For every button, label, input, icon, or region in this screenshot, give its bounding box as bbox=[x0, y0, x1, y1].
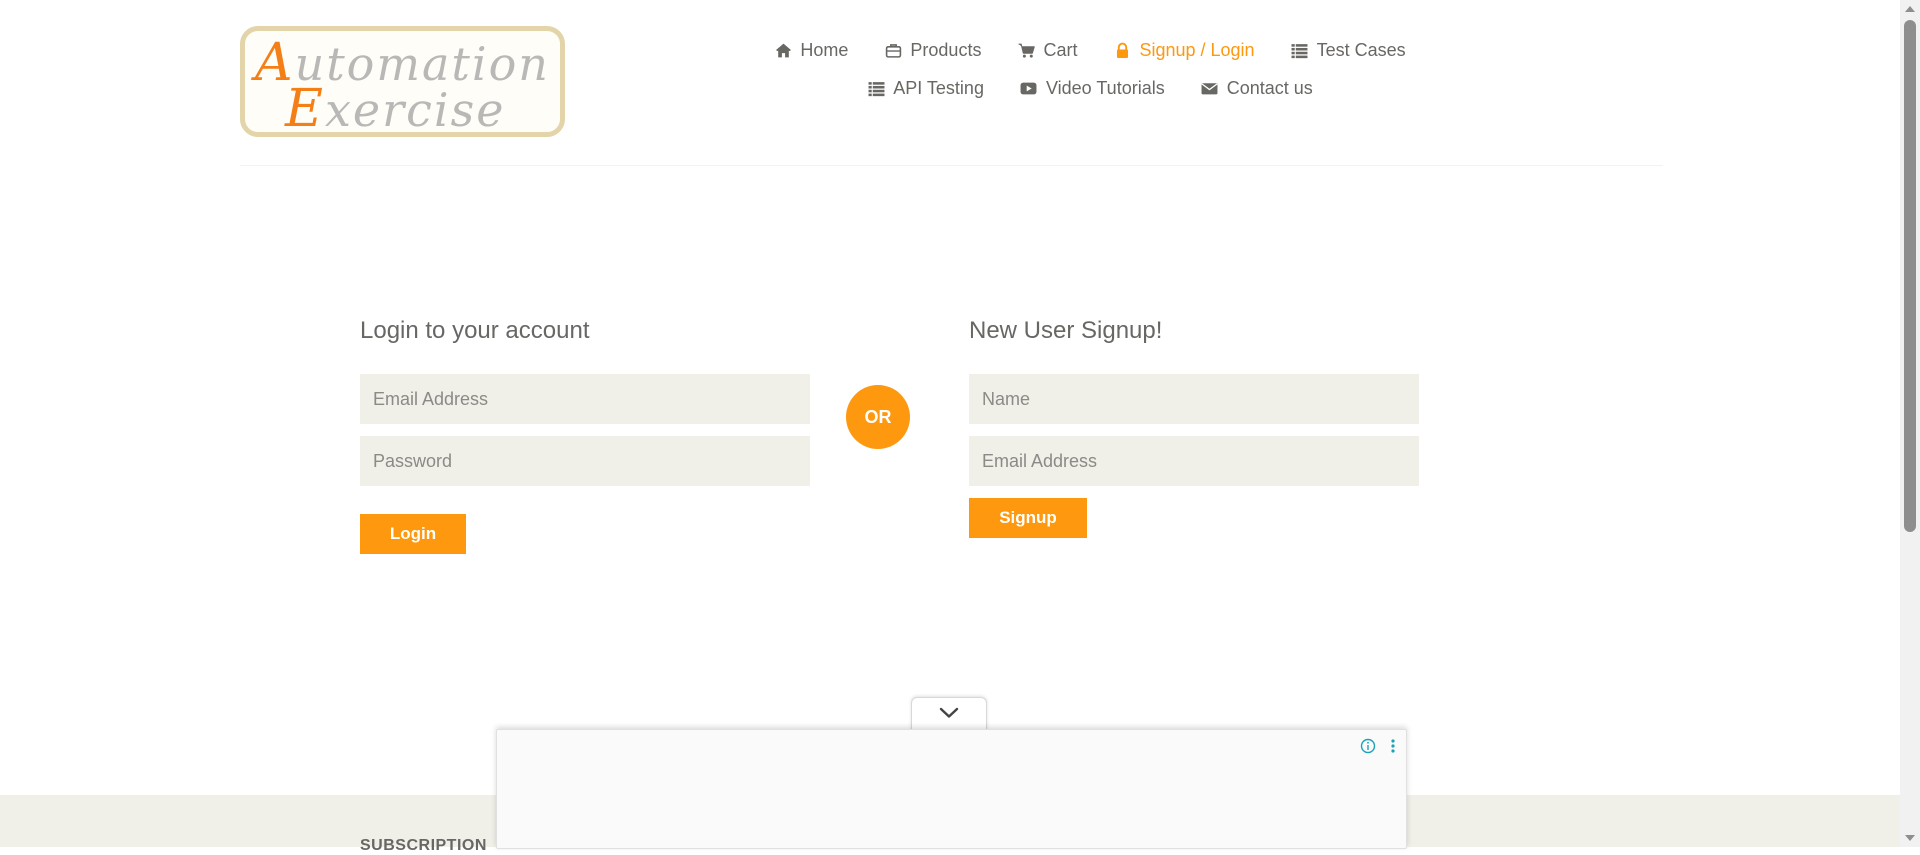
nav-item-cart[interactable]: Cart bbox=[1017, 38, 1077, 62]
page-scrollbar[interactable] bbox=[1900, 0, 1920, 847]
site-header: Automation Exercise Home Products Cart S… bbox=[0, 0, 1900, 166]
login-button[interactable]: Login bbox=[360, 514, 466, 554]
nav-item-label: Video Tutorials bbox=[1045, 77, 1165, 98]
nav-item-label: Products bbox=[910, 39, 982, 60]
signup-form: New User Signup! Signup bbox=[969, 316, 1419, 538]
nav-item-label: Signup / Login bbox=[1139, 39, 1255, 60]
nav-item-label: API Testing bbox=[893, 77, 984, 98]
ad-info-icon[interactable] bbox=[1360, 738, 1376, 754]
scrollbar-thumb[interactable] bbox=[1904, 20, 1916, 532]
ad-banner[interactable] bbox=[496, 729, 1407, 849]
nav-item-label: Contact us bbox=[1226, 77, 1313, 98]
signup-name-input[interactable] bbox=[969, 374, 1419, 424]
list-icon bbox=[1291, 41, 1309, 59]
ad-menu-icon[interactable] bbox=[1390, 738, 1396, 754]
subscription-title: SUBSCRIPTION bbox=[360, 837, 487, 854]
nav-item-label: Home bbox=[800, 39, 849, 60]
logo-line-2: Exercise bbox=[285, 79, 506, 137]
site-logo[interactable]: Automation Exercise bbox=[240, 26, 565, 137]
nav-item-label: Test Cases bbox=[1316, 39, 1406, 60]
signup-email-input[interactable] bbox=[969, 436, 1419, 486]
main-nav: Home Products Cart Signup / Login Test C… bbox=[700, 38, 1480, 100]
nav-item-test-cases[interactable]: Test Cases bbox=[1291, 38, 1406, 62]
or-divider-badge: OR bbox=[846, 385, 910, 449]
lock-icon bbox=[1113, 41, 1131, 59]
login-email-input[interactable] bbox=[360, 374, 810, 424]
login-form: Login to your account Login bbox=[360, 316, 810, 554]
nav-item-contact-us[interactable]: Contact us bbox=[1201, 76, 1313, 100]
nav-item-products[interactable]: Products bbox=[884, 38, 981, 62]
header-divider bbox=[240, 165, 1663, 166]
nav-item-signup-login[interactable]: Signup / Login bbox=[1113, 38, 1255, 62]
briefcase-icon bbox=[884, 41, 902, 59]
nav-item-video-tutorials[interactable]: Video Tutorials bbox=[1020, 76, 1165, 100]
login-password-input[interactable] bbox=[360, 436, 810, 486]
chevron-down-icon bbox=[939, 706, 959, 724]
nav-item-api-testing[interactable]: API Testing bbox=[867, 76, 984, 100]
signup-button[interactable]: Signup bbox=[969, 498, 1087, 538]
ad-collapse-tab[interactable] bbox=[911, 697, 987, 732]
login-title: Login to your account bbox=[360, 317, 590, 344]
list-icon bbox=[867, 79, 885, 97]
cart-icon bbox=[1017, 41, 1035, 59]
nav-item-label: Cart bbox=[1043, 39, 1078, 60]
scroll-down-arrow-icon[interactable] bbox=[1905, 835, 1915, 841]
youtube-play-icon bbox=[1020, 79, 1038, 97]
scroll-up-arrow-icon[interactable] bbox=[1905, 6, 1915, 12]
envelope-icon bbox=[1201, 79, 1219, 97]
signup-title: New User Signup! bbox=[969, 317, 1163, 344]
home-icon bbox=[774, 41, 792, 59]
nav-item-home[interactable]: Home bbox=[774, 38, 848, 62]
